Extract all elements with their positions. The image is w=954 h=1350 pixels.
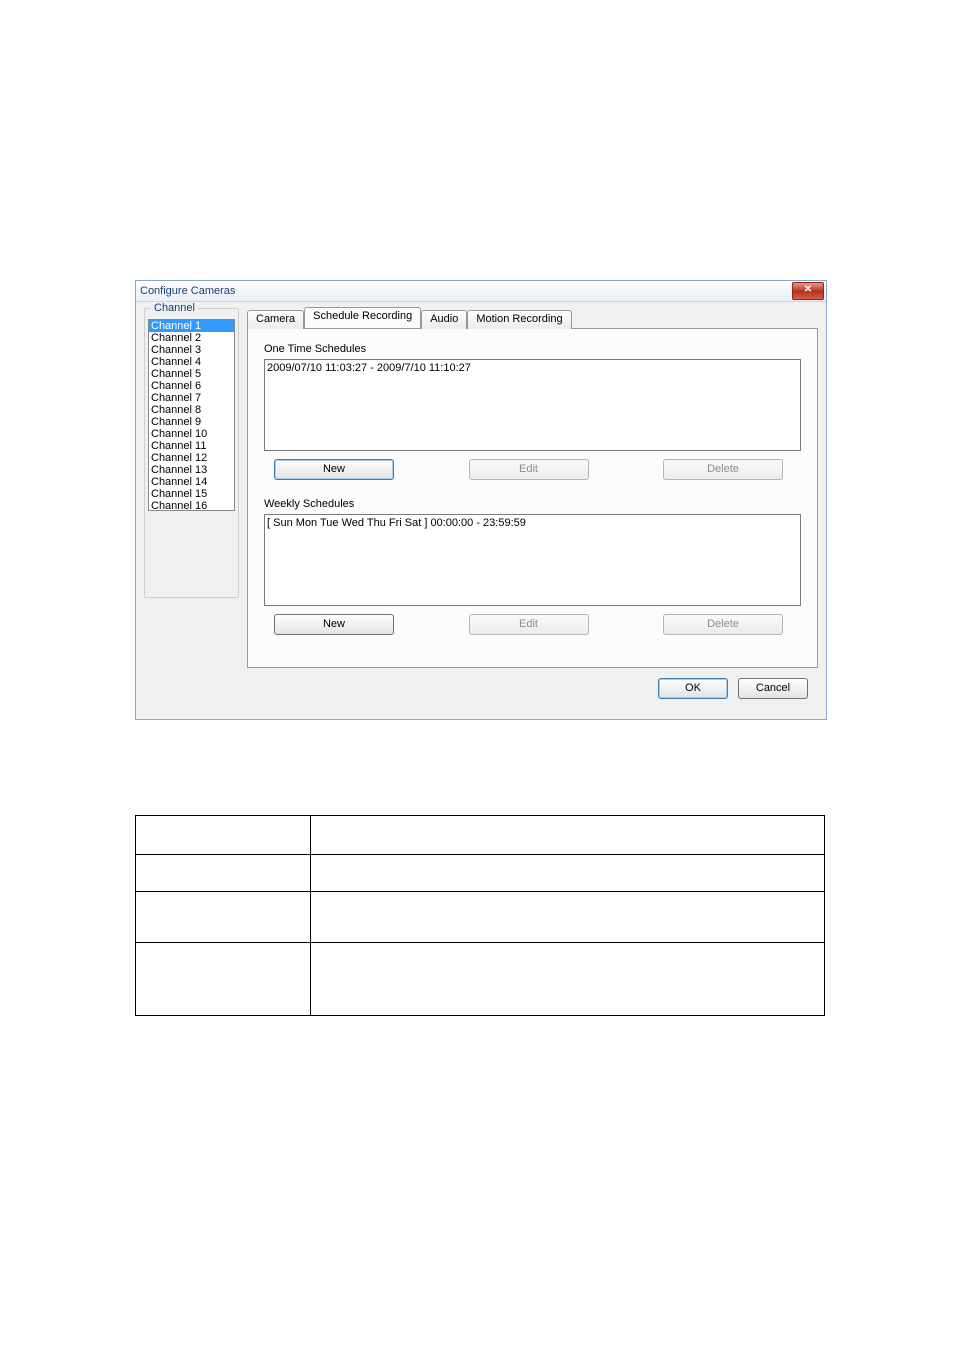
channel-item[interactable]: Channel 5 — [149, 368, 234, 380]
channel-item[interactable]: Channel 4 — [149, 356, 234, 368]
channel-item[interactable]: Channel 15 — [149, 488, 234, 500]
dialog-footer: OK Cancel — [247, 668, 818, 709]
tab-schedule-recording[interactable]: Schedule Recording — [304, 307, 421, 328]
channel-item[interactable]: Channel 13 — [149, 464, 234, 476]
channel-item[interactable]: Channel 10 — [149, 428, 234, 440]
cancel-button[interactable]: Cancel — [738, 678, 808, 699]
titlebar: Configure Cameras ✕ — [136, 281, 826, 302]
one-time-new-button[interactable]: New — [274, 459, 394, 480]
channel-item[interactable]: Channel 16 — [149, 500, 234, 511]
channel-legend: Channel — [151, 302, 198, 314]
tab-motion-recording[interactable]: Motion Recording — [467, 310, 571, 329]
channel-item[interactable]: Channel 6 — [149, 380, 234, 392]
channel-listbox[interactable]: Channel 1Channel 2Channel 3Channel 4Chan… — [148, 319, 235, 511]
weekly-edit-button[interactable]: Edit — [469, 614, 589, 635]
schedule-recording-panel: One Time Schedules 2009/07/10 11:03:27 -… — [247, 328, 818, 668]
empty-table — [135, 815, 825, 1016]
configure-cameras-window: Configure Cameras ✕ Channel Channel 1Cha… — [135, 280, 827, 720]
channel-item[interactable]: Channel 2 — [149, 332, 234, 344]
one-time-delete-button[interactable]: Delete — [663, 459, 783, 480]
channel-item[interactable]: Channel 1 — [149, 320, 234, 332]
channel-groupbox: Channel Channel 1Channel 2Channel 3Chann… — [144, 308, 239, 598]
one-time-label: One Time Schedules — [264, 343, 801, 355]
channel-item[interactable]: Channel 3 — [149, 344, 234, 356]
channel-item[interactable]: Channel 11 — [149, 440, 234, 452]
channel-item[interactable]: Channel 12 — [149, 452, 234, 464]
one-time-entry[interactable]: 2009/07/10 11:03:27 - 2009/7/10 11:10:27 — [267, 361, 798, 375]
window-title: Configure Cameras — [140, 285, 235, 297]
weekly-entry[interactable]: [ Sun Mon Tue Wed Thu Fri Sat ] 00:00:00… — [267, 516, 798, 530]
close-icon[interactable]: ✕ — [792, 282, 824, 300]
channel-item[interactable]: Channel 9 — [149, 416, 234, 428]
weekly-label: Weekly Schedules — [264, 498, 801, 510]
weekly-delete-button[interactable]: Delete — [663, 614, 783, 635]
channel-item[interactable]: Channel 8 — [149, 404, 234, 416]
channel-item[interactable]: Channel 14 — [149, 476, 234, 488]
tab-audio[interactable]: Audio — [421, 310, 467, 329]
channel-item[interactable]: Channel 7 — [149, 392, 234, 404]
one-time-listbox[interactable]: 2009/07/10 11:03:27 - 2009/7/10 11:10:27 — [264, 359, 801, 451]
weekly-new-button[interactable]: New — [274, 614, 394, 635]
one-time-edit-button[interactable]: Edit — [469, 459, 589, 480]
ok-button[interactable]: OK — [658, 678, 728, 699]
weekly-listbox[interactable]: [ Sun Mon Tue Wed Thu Fri Sat ] 00:00:00… — [264, 514, 801, 606]
tabs: CameraSchedule RecordingAudioMotion Reco… — [247, 308, 818, 328]
tab-camera[interactable]: Camera — [247, 310, 304, 329]
